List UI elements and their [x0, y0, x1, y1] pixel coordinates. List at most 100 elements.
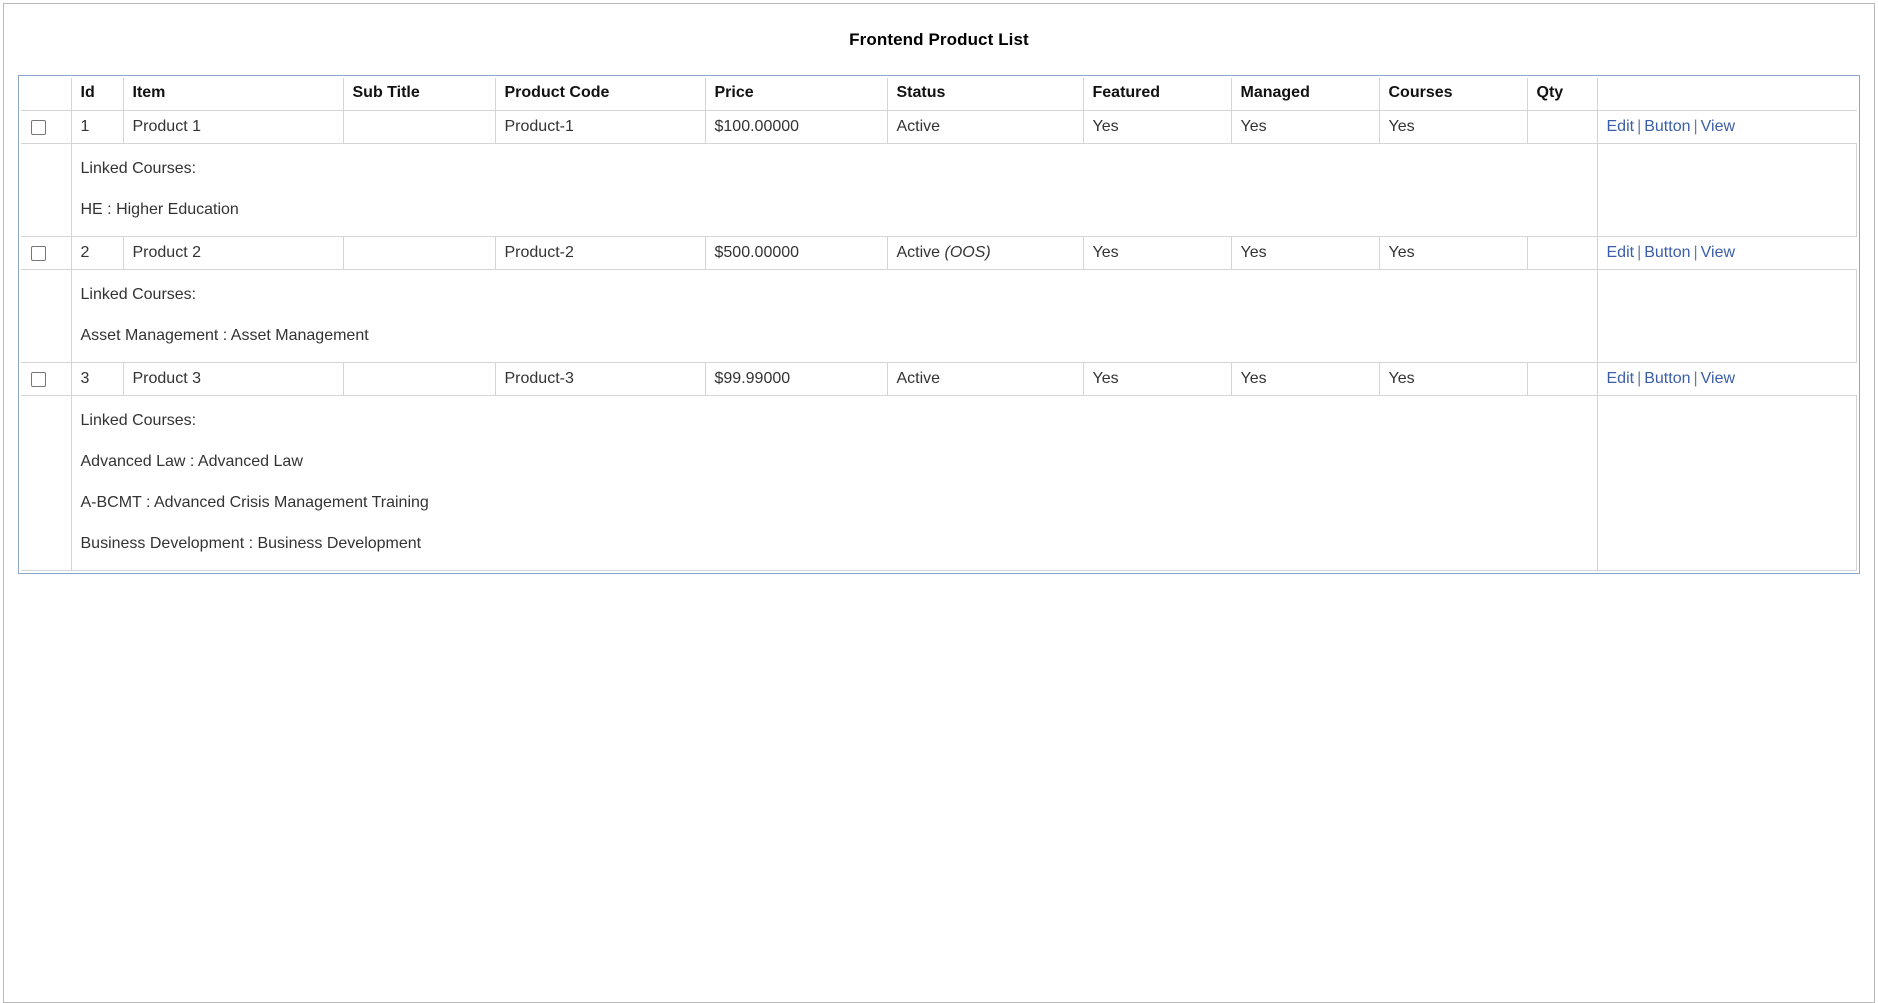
row-actions: Edit | Button | View — [1597, 362, 1857, 396]
linked-courses-gutter — [21, 395, 72, 571]
row-managed: Yes — [1231, 362, 1380, 396]
column-header-status[interactable]: Status — [887, 78, 1084, 111]
linked-courses-heading: Linked Courses: — [80, 412, 197, 429]
linked-courses-gutter — [21, 143, 72, 237]
product-table: Id Item Sub Title Product Code Price Sta… — [21, 78, 1857, 571]
linked-courses-heading: Linked Courses: — [80, 160, 197, 177]
column-header-managed[interactable]: Managed — [1231, 78, 1380, 111]
linked-courses-row: Linked Courses: HE : Higher Education — [21, 143, 1857, 237]
row-id: 3 — [71, 362, 124, 396]
table-row: 2 Product 2 Product-2 $500.00000 Active (OOS… — [21, 236, 1857, 270]
row-courses: Yes — [1379, 110, 1528, 144]
row-courses: Yes — [1379, 362, 1528, 396]
linked-courses-box: Linked Courses: HE : Higher Education — [72, 144, 1597, 236]
table-header: Id Item Sub Title Product Code Price Sta… — [21, 78, 1857, 111]
row-select-checkbox[interactable] — [31, 372, 46, 387]
header-row: Id Item Sub Title Product Code Price Sta… — [21, 78, 1857, 111]
linked-courses-box: Linked Courses: Advanced Law : Advanced L… — [72, 396, 1597, 570]
row-status: Active (OOS) — [887, 236, 1084, 270]
column-header-sub-title[interactable]: Sub Title — [343, 78, 496, 111]
page-frame: Frontend Product List Id Item Sub Title … — [3, 3, 1875, 1003]
linked-courses-cell: Linked Courses: Asset Management : Asset … — [71, 269, 1598, 363]
row-managed: Yes — [1231, 236, 1380, 270]
row-sub-title — [343, 236, 496, 270]
linked-courses-cell: Linked Courses: Advanced Law : Advanced L… — [71, 395, 1598, 571]
linked-courses-actions-spacer — [1597, 143, 1857, 237]
row-select-cell — [21, 362, 72, 396]
action-separator: | — [1637, 244, 1642, 261]
column-header-id[interactable]: Id — [71, 78, 124, 111]
linked-courses-cell: Linked Courses: HE : Higher Education — [71, 143, 1598, 237]
action-separator: | — [1693, 244, 1698, 261]
column-header-price[interactable]: Price — [705, 78, 888, 111]
row-qty — [1527, 236, 1598, 270]
linked-course-item: A-BCMT : Advanced Crisis Management Trai… — [80, 494, 429, 511]
edit-link[interactable]: Edit — [1607, 244, 1635, 261]
row-status: Active — [887, 110, 1084, 144]
linked-courses-box: Linked Courses: Asset Management : Asset … — [72, 270, 1597, 362]
product-grid-panel: Id Item Sub Title Product Code Price Sta… — [18, 75, 1860, 574]
row-item: Product 2 — [123, 236, 344, 270]
action-separator: | — [1637, 370, 1642, 387]
row-actions: Edit | Button | View — [1597, 236, 1857, 270]
status-out-of-stock-note: (OOS) — [940, 244, 991, 261]
view-link[interactable]: View — [1701, 118, 1735, 135]
row-product-code: Product-3 — [495, 362, 706, 396]
row-id: 2 — [71, 236, 124, 270]
table-row: 1 Product 1 Product-1 $100.00000 Active Yes Ye… — [21, 110, 1857, 144]
row-qty — [1527, 362, 1598, 396]
edit-link[interactable]: Edit — [1607, 118, 1635, 135]
button-link[interactable]: Button — [1644, 244, 1690, 261]
row-item: Product 1 — [123, 110, 344, 144]
table-body: 1 Product 1 Product-1 $100.00000 Active Yes Ye… — [21, 110, 1857, 571]
row-featured: Yes — [1083, 362, 1232, 396]
row-price: $500.00000 — [705, 236, 888, 270]
row-sub-title — [343, 110, 496, 144]
column-header-item[interactable]: Item — [123, 78, 344, 111]
column-header-qty[interactable]: Qty — [1527, 78, 1598, 111]
view-link[interactable]: View — [1701, 244, 1735, 261]
row-status: Active — [887, 362, 1084, 396]
row-select-checkbox[interactable] — [31, 120, 46, 135]
linked-courses-row: Linked Courses: Asset Management : Asset … — [21, 269, 1857, 363]
linked-courses-gutter — [21, 269, 72, 363]
linked-course-item: Business Development : Business Developm… — [80, 535, 422, 552]
row-product-code: Product-2 — [495, 236, 706, 270]
linked-courses-actions-spacer — [1597, 269, 1857, 363]
edit-link[interactable]: Edit — [1607, 370, 1635, 387]
column-header-product-code[interactable]: Product Code — [495, 78, 706, 111]
row-featured: Yes — [1083, 110, 1232, 144]
button-link[interactable]: Button — [1644, 370, 1690, 387]
row-select-cell — [21, 110, 72, 144]
linked-courses-heading: Linked Courses: — [80, 286, 197, 303]
row-featured: Yes — [1083, 236, 1232, 270]
page-title: Frontend Product List — [849, 30, 1029, 49]
linked-course-item: Asset Management : Asset Management — [80, 327, 369, 344]
button-link[interactable]: Button — [1644, 118, 1690, 135]
action-separator: | — [1693, 370, 1698, 387]
row-item: Product 3 — [123, 362, 344, 396]
column-header-actions — [1597, 78, 1857, 111]
row-select-cell — [21, 236, 72, 270]
column-header-courses[interactable]: Courses — [1379, 78, 1528, 111]
linked-courses-row: Linked Courses: Advanced Law : Advanced L… — [21, 395, 1857, 571]
row-qty — [1527, 110, 1598, 144]
row-id: 1 — [71, 110, 124, 144]
column-header-featured[interactable]: Featured — [1083, 78, 1232, 111]
row-select-checkbox[interactable] — [31, 246, 46, 261]
linked-courses-actions-spacer — [1597, 395, 1857, 571]
row-managed: Yes — [1231, 110, 1380, 144]
row-product-code: Product-1 — [495, 110, 706, 144]
action-separator: | — [1693, 118, 1698, 135]
view-link[interactable]: View — [1701, 370, 1735, 387]
table-row: 3 Product 3 Product-3 $99.99000 Active Yes Yes… — [21, 362, 1857, 396]
row-price: $99.99000 — [705, 362, 888, 396]
row-sub-title — [343, 362, 496, 396]
linked-course-item: Advanced Law : Advanced Law — [80, 453, 303, 470]
column-header-select[interactable] — [21, 78, 72, 111]
action-separator: | — [1637, 118, 1642, 135]
row-price: $100.00000 — [705, 110, 888, 144]
linked-course-item: HE : Higher Education — [80, 201, 239, 218]
row-courses: Yes — [1379, 236, 1528, 270]
row-actions: Edit | Button | View — [1597, 110, 1857, 144]
